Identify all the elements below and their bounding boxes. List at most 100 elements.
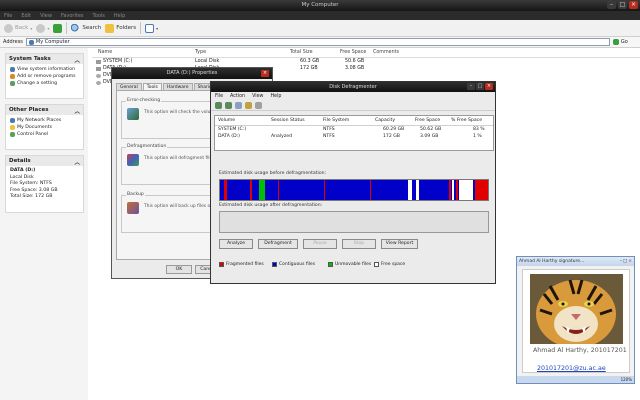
help-icon[interactable] [245, 101, 252, 109]
pause-button[interactable]: Pause [303, 239, 337, 249]
table-row[interactable]: SYSTEM (C:) NTFS 60.29 GB 50.62 GB 83 % [215, 127, 493, 134]
column-name[interactable]: Name [98, 50, 112, 56]
chevron-down-icon: ▾ [156, 25, 159, 31]
folders-button[interactable]: Folders [105, 23, 136, 33]
go-button[interactable]: Go [612, 39, 628, 45]
maximize-icon[interactable]: □ [476, 83, 484, 90]
properties-title-bar[interactable]: DATA (D:) Properties × [112, 68, 272, 79]
fragmented-segment [250, 180, 252, 200]
collapse-icon[interactable]: ︿ [74, 107, 80, 115]
free-segment [416, 180, 419, 200]
menu-file[interactable]: File [215, 94, 223, 99]
details-header[interactable]: Details ︿ [6, 156, 83, 166]
defragment-button[interactable]: Defragment [258, 239, 298, 249]
collapse-icon[interactable]: ︿ [74, 158, 80, 166]
menu-action[interactable]: Action [230, 94, 245, 99]
collapse-icon[interactable]: ︿ [74, 56, 80, 64]
menu-favorites[interactable]: Favorites [61, 13, 84, 19]
column-session-status[interactable]: Session Status [271, 118, 305, 123]
menu-tools[interactable]: Tools [93, 13, 105, 19]
properties-title: DATA (D:) Properties [166, 70, 218, 76]
control-panel-link[interactable]: Control Panel [10, 131, 79, 138]
add-remove-programs-link[interactable]: Add or remove programs [10, 73, 79, 80]
details-total-size: Total Size: 172 GB [10, 194, 53, 199]
defragmenter-title-bar[interactable]: Disk Defragmenter – □ × [211, 82, 495, 92]
views-button[interactable]: ▾ [145, 23, 159, 33]
up-folder-button[interactable] [53, 23, 63, 33]
column-total-size[interactable]: Total Size [290, 50, 313, 56]
free-segment [459, 180, 473, 200]
disk-icon [96, 67, 101, 71]
analyze-button[interactable]: Analyze [219, 239, 253, 249]
minimize-icon[interactable]: – [607, 1, 616, 9]
other-places-header[interactable]: Other Places ︿ [6, 105, 83, 115]
table-row[interactable]: DATA (D:) Analyzed NTFS 172 GB 3.09 GB 1… [215, 134, 493, 141]
address-input[interactable]: My Computer [25, 38, 610, 46]
folder-icon [105, 23, 115, 33]
maximize-icon[interactable]: □ [618, 1, 627, 9]
table-row[interactable]: SYSTEM (C:) Local Disk 60.3 GB 50.6 GB [96, 59, 426, 65]
column-file-system[interactable]: File System [323, 118, 349, 123]
legend-free: Free space [374, 262, 405, 267]
change-setting-link[interactable]: Change a setting [10, 80, 79, 87]
column-capacity[interactable]: Capacity [375, 118, 395, 123]
forward-icon[interactable] [225, 101, 232, 109]
legend-fragmented: Fragmented files [219, 262, 264, 267]
fragmented-segment [370, 180, 371, 200]
forward-button[interactable]: ▾ [36, 23, 49, 33]
menu-help[interactable]: Help [270, 94, 281, 99]
menu-help[interactable]: Help [114, 13, 125, 19]
fragmented-swatch [219, 262, 224, 267]
zoom-level[interactable]: 120% [621, 377, 632, 382]
address-label: Address [3, 39, 23, 45]
minimize-icon[interactable]: – [620, 259, 622, 264]
disk-icon [96, 60, 101, 64]
back-icon[interactable] [215, 101, 222, 109]
close-icon[interactable]: × [628, 259, 632, 264]
menu-view[interactable]: View [252, 94, 263, 99]
system-tasks-header[interactable]: System Tasks ︿ [6, 54, 83, 64]
system-info-icon [10, 67, 15, 72]
view-report-button[interactable]: View Report [381, 239, 418, 249]
toolbar-separator [66, 22, 68, 34]
properties-icon[interactable] [255, 101, 262, 109]
close-icon[interactable]: × [485, 83, 493, 90]
close-icon[interactable]: × [261, 70, 269, 77]
up-folder-icon [53, 23, 63, 33]
fragmented-segment [278, 180, 279, 200]
column-pct-free-space[interactable]: % Free Space [451, 118, 482, 123]
column-volume[interactable]: Volume [218, 118, 235, 123]
column-free-space[interactable]: Free Space [415, 118, 440, 123]
email-link[interactable]: 201017201@zu.ac.ae [537, 365, 606, 372]
column-comments[interactable]: Comments [373, 50, 399, 56]
column-type[interactable]: Type [195, 50, 206, 56]
fragmented-segment [456, 180, 458, 200]
menu-view[interactable]: View [40, 13, 52, 19]
stop-button[interactable]: Stop [342, 239, 376, 249]
close-icon[interactable]: × [629, 1, 638, 9]
minimize-icon[interactable]: – [467, 83, 475, 90]
search-button[interactable]: Search [71, 23, 101, 33]
column-free-space[interactable]: Free Space [340, 50, 366, 56]
search-icon [71, 23, 81, 33]
defrag-icon [127, 154, 139, 166]
toolbar-separator [140, 22, 142, 34]
word-title-bar[interactable]: Ahmad Al Harthy signature... – □ × [517, 257, 634, 266]
back-button[interactable]: Back ▾ [4, 23, 33, 33]
menu-edit[interactable]: Edit [21, 13, 31, 19]
computer-icon [28, 39, 34, 45]
maximize-icon[interactable]: □ [623, 259, 627, 264]
my-documents-link[interactable]: My Documents [10, 124, 79, 131]
system-tasks-panel: System Tasks ︿ View system information A… [5, 53, 84, 99]
signature-name: Ahmad Al Harthy, 201017201 [533, 347, 627, 354]
ok-button[interactable]: OK [166, 265, 192, 274]
my-network-places-link[interactable]: My Network Places [10, 117, 79, 124]
document-page[interactable]: Ahmad Al Harthy, 201017201 201017201@zu.… [522, 269, 630, 373]
menu-file[interactable]: File [4, 13, 12, 19]
word-status-bar: 120% [517, 376, 634, 383]
list-icon[interactable] [235, 101, 242, 109]
legend-contiguous: Contiguous files [272, 262, 315, 267]
chevron-down-icon: ▾ [30, 25, 33, 31]
contiguous-swatch [272, 262, 277, 267]
view-system-info-link[interactable]: View system information [10, 66, 79, 73]
